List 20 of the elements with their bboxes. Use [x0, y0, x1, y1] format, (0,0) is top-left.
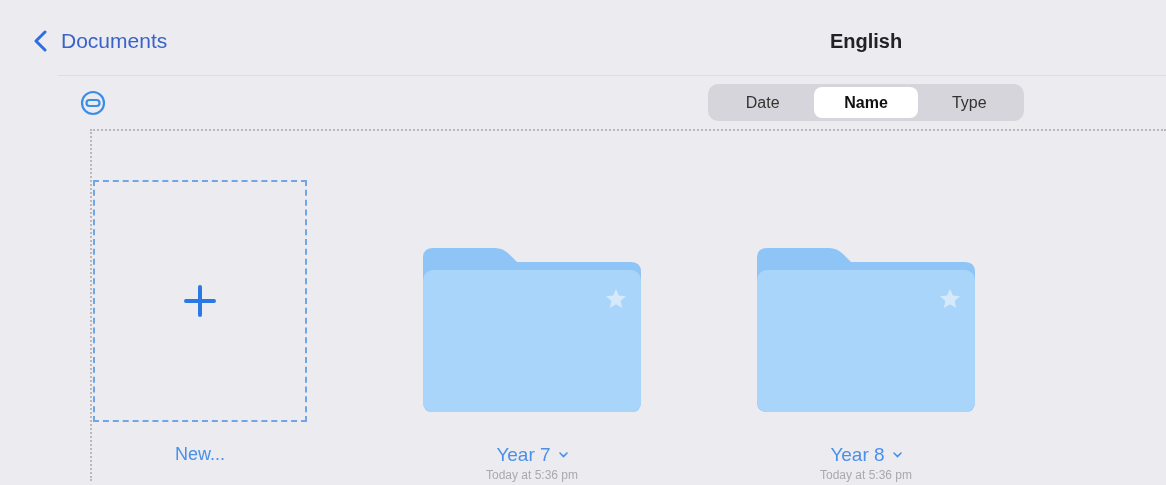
select-icon[interactable]: [80, 89, 106, 116]
sort-option[interactable]: Date: [711, 87, 815, 118]
folder-name[interactable]: Year 7: [496, 444, 568, 466]
chevron-left-icon: [33, 30, 47, 52]
folder-date: Today at 5:36 pm: [819, 468, 913, 482]
chevron-down-icon: [558, 452, 568, 458]
plus-icon: [182, 283, 218, 319]
page-title: English: [829, 29, 903, 54]
folder-name[interactable]: Year 8: [830, 444, 902, 466]
back-button[interactable]: Documents: [0, 26, 168, 56]
sort-option[interactable]: Type: [917, 87, 1021, 118]
new-label[interactable]: New...: [175, 444, 225, 465]
folder-icon[interactable]: [423, 248, 641, 412]
sort-option[interactable]: Name: [814, 87, 918, 118]
star-icon[interactable]: [605, 288, 627, 310]
folder-icon[interactable]: [757, 248, 975, 412]
star-icon[interactable]: [939, 288, 961, 310]
new-document-tile[interactable]: [93, 180, 307, 422]
chevron-down-icon: [892, 452, 902, 458]
folder-date: Today at 5:36 pm: [485, 468, 579, 482]
